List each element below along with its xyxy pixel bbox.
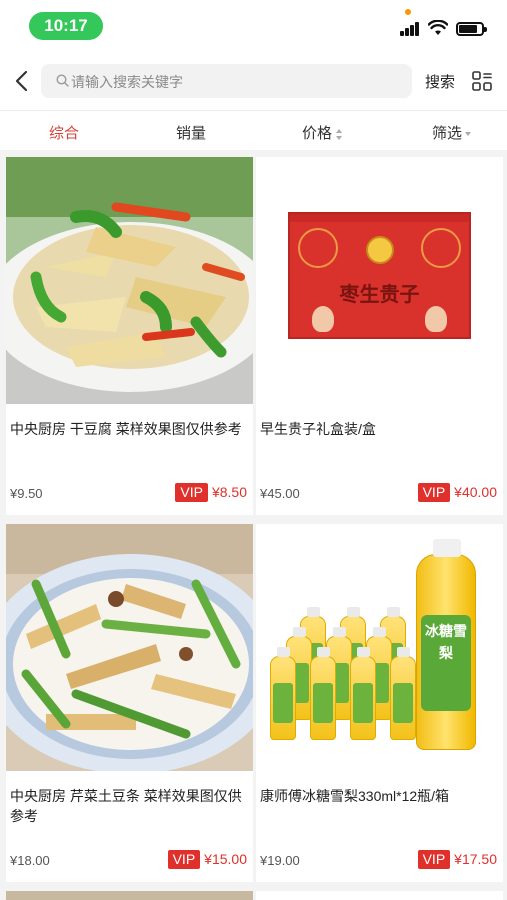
chevron-down-icon [465, 132, 472, 137]
vip-price-group: VIP ¥15.00 [167, 849, 247, 869]
vip-price: ¥8.50 [211, 484, 247, 500]
product-card-partial[interactable] [6, 891, 253, 900]
tab-sales[interactable]: 销量 [176, 122, 206, 143]
vip-badge: VIP [167, 849, 201, 869]
vip-badge: VIP [417, 482, 451, 502]
battery-icon [456, 22, 487, 36]
vip-badge: VIP [417, 849, 451, 869]
product-title: 中央厨房 芹菜土豆条 菜样效果图仅供参考 [10, 788, 242, 824]
search-icon [56, 74, 69, 87]
wifi-icon [428, 20, 448, 35]
search-button[interactable]: 搜索 [425, 71, 455, 92]
featured-bottle: 冰糖雪梨 [416, 539, 476, 750]
grid-view-icon[interactable] [472, 71, 492, 91]
status-time: 10:17 [29, 12, 103, 40]
product-card[interactable]: 中央厨房 芹菜土豆条 菜样效果图仅供参考 ¥18.00 VIP ¥15.00 [6, 524, 253, 882]
product-image-gift-box: 枣生贵子 [256, 157, 503, 404]
search-header: 请输入搜索关键字 搜索 [0, 50, 507, 110]
vip-price-group: VIP ¥8.50 [175, 482, 247, 502]
product-card[interactable]: 中央厨房 干豆腐 菜样效果图仅供参考 ¥9.50 VIP ¥8.50 [6, 157, 253, 515]
tab-price[interactable]: 价格 [302, 122, 343, 143]
product-price: ¥18.00 [10, 853, 50, 868]
privacy-indicator-dot [405, 9, 411, 15]
tab-price-label: 价格 [302, 125, 333, 142]
vip-price: ¥17.50 [454, 851, 497, 867]
tab-filter[interactable]: 筛选 [432, 122, 472, 143]
tab-comprehensive[interactable]: 综合 [49, 122, 79, 143]
product-card-partial[interactable] [256, 891, 503, 900]
product-price: ¥45.00 [260, 486, 300, 501]
status-bar: 10:17 [0, 0, 507, 50]
search-placeholder: 请输入搜索关键字 [71, 74, 183, 90]
vip-price: ¥40.00 [454, 484, 497, 500]
product-image-pear-drink: 冰糖雪梨 [256, 524, 503, 771]
tab-filter-label: 筛选 [432, 125, 463, 142]
product-card[interactable]: 冰糖雪梨 康师傅冰糖雪梨330ml*12瓶/箱 ¥19.00 VIP ¥17.5… [256, 524, 503, 882]
vip-price: ¥15.00 [204, 851, 247, 867]
product-price: ¥19.00 [260, 853, 300, 868]
product-image-celery-potato [6, 524, 253, 771]
gift-box-graphic: 枣生贵子 [288, 212, 471, 339]
product-card[interactable]: 枣生贵子 早生贵子礼盒装/盒 ¥45.00 VIP ¥40.00 [256, 157, 503, 515]
sort-arrows-icon [336, 128, 343, 140]
gift-box-text: 枣生贵子 [339, 282, 420, 306]
vip-price-group: VIP ¥17.50 [417, 849, 497, 869]
search-input[interactable]: 请输入搜索关键字 [41, 64, 412, 98]
bottle-label-text: 冰糖雪梨 [421, 615, 471, 711]
back-icon[interactable] [8, 64, 38, 98]
product-image-dried-tofu [6, 157, 253, 404]
product-title: 中央厨房 干豆腐 菜样效果图仅供参考 [10, 421, 242, 437]
vip-badge: VIP [175, 482, 208, 502]
product-title: 早生贵子礼盒装/盒 [260, 421, 376, 437]
product-title: 康师傅冰糖雪梨330ml*12瓶/箱 [260, 788, 450, 804]
sort-tabs: 综合 销量 价格 筛选 [0, 110, 507, 150]
cellular-signal-icon [400, 22, 422, 36]
product-price: ¥9.50 [10, 486, 43, 501]
vip-price-group: VIP ¥40.00 [417, 482, 497, 502]
